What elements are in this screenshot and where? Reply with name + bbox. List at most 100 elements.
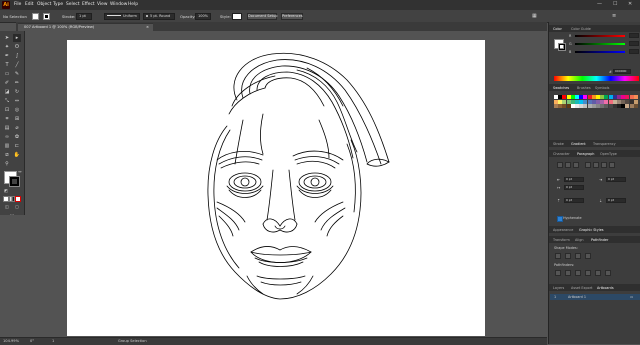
zoom-tool-icon[interactable]: ⚲ <box>3 160 11 168</box>
artboard-navigator[interactable]: 1 <box>52 339 54 343</box>
close-window-icon[interactable]: ✕ <box>628 1 632 7</box>
pencil-tool-icon[interactable]: ✏ <box>13 79 21 87</box>
maximize-icon[interactable]: ☐ <box>613 1 617 7</box>
type-tool-icon[interactable]: T <box>3 61 11 69</box>
menu-file[interactable]: File <box>14 2 21 7</box>
merge-icon[interactable] <box>575 270 581 276</box>
rotate-tool-icon[interactable]: ↻ <box>13 88 21 96</box>
preferences-button[interactable]: Preferences <box>281 12 303 20</box>
tab-transform[interactable]: Transform <box>553 238 570 242</box>
graphic-style-picker[interactable] <box>232 12 242 20</box>
intersect-icon[interactable] <box>575 253 581 259</box>
blue-value-field[interactable] <box>629 49 639 54</box>
green-slider[interactable] <box>575 43 625 45</box>
gradient-tool-icon[interactable]: ▤ <box>3 124 11 132</box>
opacity-field[interactable]: 100% <box>195 12 211 20</box>
green-value-field[interactable] <box>629 41 639 46</box>
align-left-icon[interactable] <box>557 162 563 168</box>
slice-tool-icon[interactable]: ⧄ <box>3 151 11 159</box>
menu-view[interactable]: View <box>97 2 107 7</box>
tab-artboards[interactable]: Artboards <box>597 286 614 290</box>
swap-colors-icon[interactable]: ↔ <box>16 168 24 176</box>
eyedropper-tool-icon[interactable]: ⌀ <box>13 124 21 132</box>
column-graph-tool-icon[interactable]: ▥ <box>3 142 11 150</box>
menu-window[interactable]: Window <box>110 2 127 7</box>
artboard-list-item[interactable]: 1 Artboard 1 ▭ <box>550 294 640 300</box>
justify-all-icon[interactable] <box>609 162 615 168</box>
tab-asset-export[interactable]: Asset Export <box>571 286 592 290</box>
edit-toolbar-icon[interactable]: ··· <box>8 211 16 219</box>
first-line-indent-field[interactable]: 0 pt <box>564 185 584 190</box>
paintbrush-tool-icon[interactable]: ✎ <box>13 70 21 78</box>
draw-mode-icon[interactable]: ◫ <box>3 203 11 211</box>
stroke-weight-field[interactable]: 1 pt <box>76 12 92 20</box>
arrange-documents-icon[interactable]: ▦ <box>532 13 537 19</box>
perspective-grid-tool-icon[interactable]: ⌗ <box>3 115 11 123</box>
tab-layers[interactable]: Layers <box>553 286 564 290</box>
space-before-field[interactable]: 0 pt <box>564 198 584 203</box>
brush-definition[interactable]: 5 pt. Round <box>143 12 175 20</box>
right-indent-field[interactable]: 0 pt <box>606 177 626 182</box>
hex-value-field[interactable]: 000000 <box>613 69 631 74</box>
stroke-color-indicator[interactable] <box>9 176 20 187</box>
minus-back-icon[interactable] <box>605 270 611 276</box>
direct-selection-tool-icon[interactable]: ▸ <box>13 34 21 42</box>
tab-appearance[interactable]: Appearance <box>553 228 573 232</box>
document-setup-button[interactable]: Document Setup <box>247 12 277 20</box>
tab-paragraph[interactable]: Paragraph <box>577 152 594 156</box>
scale-tool-icon[interactable]: ⤡ <box>3 97 11 105</box>
color-stroke-indicator[interactable] <box>558 43 566 51</box>
artboard[interactable] <box>67 40 485 336</box>
tab-align[interactable]: Align <box>575 238 584 242</box>
shaper-tool-icon[interactable]: ✐ <box>3 79 11 87</box>
free-transform-tool-icon[interactable]: ⊡ <box>3 106 11 114</box>
color-spectrum[interactable] <box>554 76 639 81</box>
tab-color-guide[interactable]: Color Guide <box>571 27 591 31</box>
crop-icon[interactable] <box>585 270 591 276</box>
face-line-art[interactable] <box>67 40 485 336</box>
tab-brushes[interactable]: Brushes <box>577 86 591 90</box>
tab-gradient[interactable]: Gradient <box>571 142 586 146</box>
outline-icon[interactable] <box>595 270 601 276</box>
tab-color[interactable]: Color <box>553 27 562 31</box>
rectangle-tool-icon[interactable]: ▭ <box>3 70 11 78</box>
line-tool-icon[interactable]: ╱ <box>13 61 21 69</box>
menu-object[interactable]: Object <box>37 2 51 7</box>
width-tool-icon[interactable]: ⇔ <box>13 97 21 105</box>
tab-character[interactable]: Character <box>553 152 570 156</box>
color-swatch[interactable] <box>633 104 638 109</box>
menu-edit[interactable]: Edit <box>25 2 34 7</box>
trim-icon[interactable] <box>565 270 571 276</box>
red-slider[interactable] <box>575 35 625 37</box>
mesh-tool-icon[interactable]: ⊞ <box>13 115 21 123</box>
tab-swatches[interactable]: Swatches <box>553 86 569 90</box>
justify-left-icon[interactable] <box>585 162 591 168</box>
default-colors-icon[interactable]: ◩ <box>2 187 10 195</box>
tab-pathfinder[interactable]: Pathfinder <box>591 238 608 242</box>
pen-tool-icon[interactable]: ✒ <box>3 52 11 60</box>
tab-symbols[interactable]: Symbols <box>595 86 609 90</box>
red-value-field[interactable] <box>629 33 639 38</box>
blue-slider[interactable] <box>575 51 625 53</box>
tab-graphic-styles[interactable]: Graphic Styles <box>579 228 604 232</box>
shape-builder-tool-icon[interactable]: ◎ <box>13 106 21 114</box>
artboard-tool-icon[interactable]: ⊏ <box>13 142 21 150</box>
menu-effect[interactable]: Effect <box>82 2 95 7</box>
space-after-field[interactable]: 0 pt <box>606 198 626 203</box>
justify-center-icon[interactable] <box>593 162 599 168</box>
artboard-options-icon[interactable]: ▭ <box>630 295 633 299</box>
symbol-sprayer-tool-icon[interactable]: ✿ <box>13 133 21 141</box>
justify-right-icon[interactable] <box>601 162 607 168</box>
color-swatch[interactable] <box>633 99 638 104</box>
left-indent-field[interactable]: 0 pt <box>564 177 584 182</box>
divide-icon[interactable] <box>555 270 561 276</box>
minimize-icon[interactable]: — <box>597 1 602 7</box>
align-right-icon[interactable] <box>573 162 579 168</box>
align-center-icon[interactable] <box>565 162 571 168</box>
fill-swatch[interactable] <box>32 12 39 20</box>
variable-width-profile[interactable]: Uniform <box>104 12 140 20</box>
close-tab-icon[interactable]: × <box>146 25 149 29</box>
tab-stroke[interactable]: Stroke <box>553 142 564 146</box>
unite-icon[interactable] <box>555 253 561 259</box>
menu-type[interactable]: Type <box>53 2 63 7</box>
